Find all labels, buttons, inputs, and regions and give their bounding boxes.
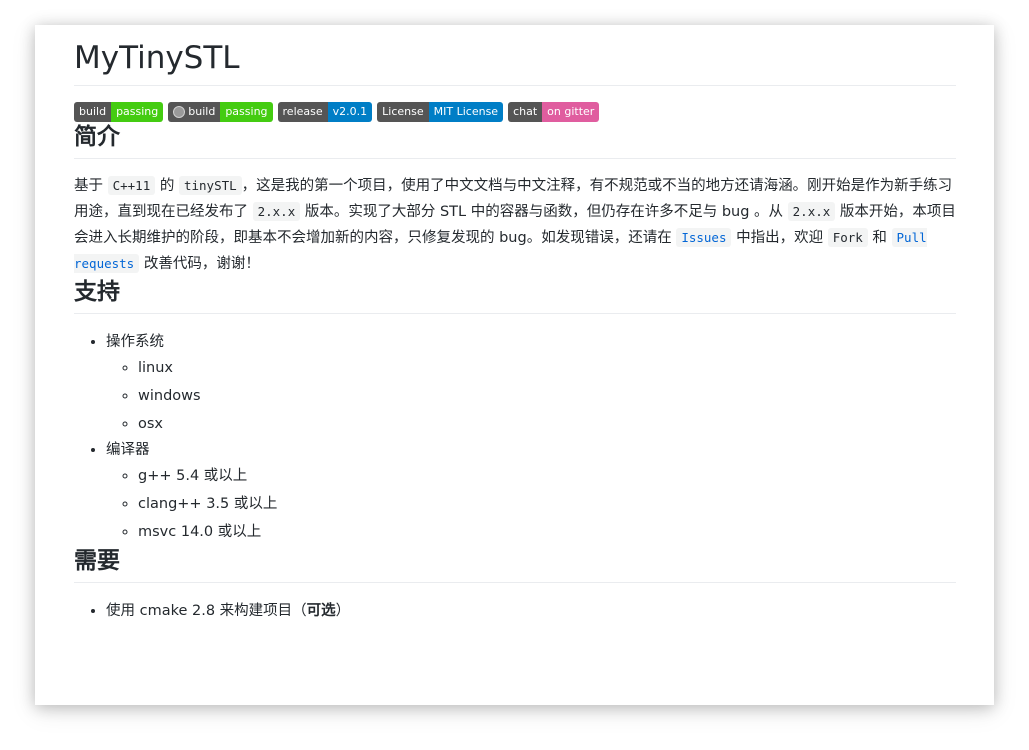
build-badge-travis[interactable]: build passing: [74, 102, 164, 122]
tinystl-code: tinySTL: [178, 176, 242, 195]
list-item: linux: [138, 354, 956, 382]
build-badge-appveyor[interactable]: build passing: [168, 102, 273, 122]
badge-label: License: [377, 102, 429, 122]
list-item-os: 操作系统 linux windows osx: [106, 330, 956, 438]
intro-text: 版本。实现了大部分 STL 中的容器与函数，但仍存在许多不足与 bug 。从: [300, 204, 788, 220]
intro-text: 改善代码，谢谢！: [139, 256, 260, 272]
badge-value: v2.0.1: [327, 102, 373, 122]
fork-code: Fork: [827, 228, 868, 247]
intro-text: 和: [867, 230, 892, 246]
badge-label: build: [74, 102, 112, 122]
intro-text: 中指出，欢迎: [731, 230, 828, 246]
version-code: 2.x.x: [252, 202, 301, 221]
list-item: clang++ 3.5 或以上: [138, 490, 956, 518]
require-text: 使用 cmake 2.8 来构建项目（: [106, 603, 307, 619]
list-item: g++ 5.4 或以上: [138, 462, 956, 490]
badge-value: passing: [111, 102, 164, 122]
readme-page: MyTinySTL build passing build passing re…: [35, 25, 994, 705]
list-item: msvc 14.0 或以上: [138, 518, 956, 546]
badge-label: release: [277, 102, 328, 122]
intro-paragraph: 基于 C++11 的 tinySTL ，这是我的第一个项目，使用了中文文档与中文注…: [74, 173, 956, 277]
compiler-label: 编译器: [106, 442, 150, 458]
version-code: 2.x.x: [787, 202, 836, 221]
support-list: 操作系统 linux windows osx 编译器 g++ 5.4 或以上 c…: [74, 330, 956, 546]
badge-label: chat: [508, 102, 543, 122]
release-badge[interactable]: release v2.0.1: [277, 102, 373, 122]
list-item: windows: [138, 382, 956, 410]
intro-text: 基于: [74, 178, 108, 194]
support-heading: 支持: [74, 277, 956, 314]
badge-row: build passing build passing release v2.0…: [74, 102, 956, 122]
license-badge[interactable]: License MIT License: [377, 102, 504, 122]
cpp11-code: C++11: [107, 176, 156, 195]
require-heading: 需要: [74, 546, 956, 583]
list-item-compiler: 编译器 g++ 5.4 或以上 clang++ 3.5 或以上 msvc 14.…: [106, 438, 956, 546]
chat-badge[interactable]: chat on gitter: [508, 102, 600, 122]
os-list: linux windows osx: [106, 354, 956, 438]
intro-text: 的: [155, 178, 179, 194]
list-item: osx: [138, 410, 956, 438]
badge-value: on gitter: [542, 102, 600, 122]
compiler-list: g++ 5.4 或以上 clang++ 3.5 或以上 msvc 14.0 或以…: [106, 462, 956, 546]
intro-heading: 简介: [74, 122, 956, 159]
optional-label: 可选: [306, 603, 336, 619]
readme-content: MyTinySTL build passing build passing re…: [74, 25, 956, 623]
badge-value: MIT License: [428, 102, 504, 122]
badge-value: passing: [220, 102, 273, 122]
require-list: 使用 cmake 2.8 来构建项目（可选）: [74, 599, 956, 623]
appveyor-icon: [173, 106, 186, 118]
os-label: 操作系统: [106, 334, 164, 350]
page-title: MyTinySTL: [74, 39, 956, 86]
require-text: ）: [335, 603, 351, 619]
badge-label: build: [188, 105, 216, 118]
list-item: 使用 cmake 2.8 来构建项目（可选）: [106, 599, 956, 623]
issues-link[interactable]: Issues: [676, 228, 732, 247]
